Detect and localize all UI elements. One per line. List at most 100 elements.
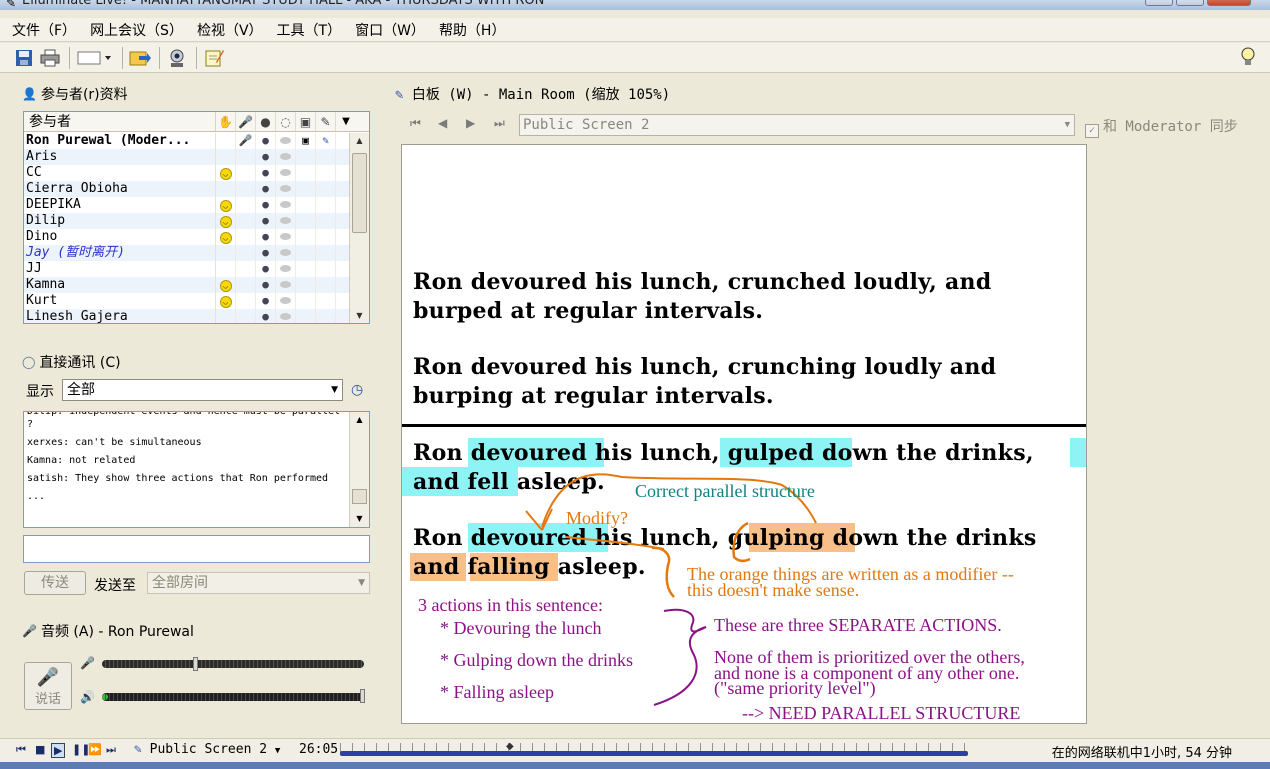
status-cell[interactable]	[216, 149, 236, 165]
timeline-marker-icon[interactable]: ◆	[506, 741, 514, 752]
app-share-icon[interactable]: ▣	[296, 112, 316, 131]
microphone-icon[interactable]: 🎤	[236, 112, 256, 131]
menu-tools[interactable]: 工具（T）	[277, 20, 342, 40]
chat-cell[interactable]	[276, 229, 296, 245]
participant-row[interactable]: JJ ●	[24, 261, 349, 277]
talk-button[interactable]: 🎤 说话	[24, 662, 72, 710]
webcam-cell[interactable]: ●	[256, 213, 276, 229]
mic-cell[interactable]	[236, 277, 256, 293]
chat-cell[interactable]	[276, 309, 296, 323]
whiteboard-cell[interactable]	[316, 213, 336, 229]
scroll-down-icon[interactable]: ▼	[350, 308, 369, 323]
chat-cell[interactable]	[276, 277, 296, 293]
raise-hand-icon[interactable]: ✋	[216, 112, 236, 131]
participant-row[interactable]: CC ◡ ●	[24, 165, 349, 181]
maximize-button[interactable]	[1176, 0, 1204, 6]
status-cell[interactable]	[216, 245, 236, 261]
speaker-volume-slider[interactable]	[102, 693, 364, 701]
mic-cell[interactable]	[236, 245, 256, 261]
mic-cell[interactable]	[236, 309, 256, 323]
screen-select[interactable]: Public Screen 2 ▼	[519, 114, 1075, 136]
whiteboard-cell[interactable]	[316, 229, 336, 245]
mic-cell[interactable]: 🎤	[236, 133, 256, 149]
status-cell[interactable]	[216, 261, 236, 277]
webcam-cell[interactable]: ●	[256, 197, 276, 213]
chat-message-input[interactable]	[23, 535, 370, 563]
chat-cell[interactable]	[276, 213, 296, 229]
chat-cell[interactable]	[276, 245, 296, 261]
app-share-cell[interactable]	[296, 229, 316, 245]
whiteboard-cell[interactable]: ✎	[316, 133, 336, 149]
sync-with-moderator[interactable]: ✓ 和 Moderator 同步	[1085, 116, 1238, 138]
webcam-cell[interactable]: ●	[256, 277, 276, 293]
chat-filter-select[interactable]: 全部 ▼	[62, 379, 343, 401]
status-cell[interactable]: ◡	[216, 197, 236, 213]
webcam-column-icon[interactable]: ●	[256, 112, 276, 131]
scroll-thumb[interactable]	[352, 153, 367, 233]
menu-help[interactable]: 帮助（H）	[439, 20, 506, 40]
app-share-cell[interactable]	[296, 309, 316, 323]
webcam-cell[interactable]: ●	[256, 229, 276, 245]
mic-cell[interactable]	[236, 261, 256, 277]
stop-icon[interactable]: ■	[35, 743, 45, 756]
chat-cell[interactable]	[276, 197, 296, 213]
participants-scrollbar[interactable]: ▲ ▼	[349, 133, 369, 323]
webcam-cell[interactable]: ●	[256, 309, 276, 323]
mic-cell[interactable]	[236, 293, 256, 309]
webcam-icon[interactable]	[165, 46, 189, 70]
sync-checkbox[interactable]: ✓	[1085, 124, 1099, 138]
mic-volume-thumb[interactable]	[193, 657, 198, 671]
whiteboard-canvas[interactable]: Ron devoured his lunch, crunched loudly,…	[401, 144, 1087, 724]
scroll-up-icon[interactable]: ▲	[350, 133, 369, 149]
minimize-button[interactable]	[1145, 0, 1173, 6]
chat-cell[interactable]	[276, 181, 296, 197]
whiteboard-pencil-icon[interactable]: ✎	[316, 112, 336, 131]
menu-window[interactable]: 窗口（W）	[355, 20, 425, 40]
app-share-cell[interactable]	[296, 165, 316, 181]
status-cell[interactable]: ◡	[216, 229, 236, 245]
playback-timeline[interactable]	[340, 751, 968, 756]
app-share-cell[interactable]	[296, 213, 316, 229]
whiteboard-cell[interactable]	[316, 245, 336, 261]
scroll-down-icon[interactable]: ▼	[350, 511, 369, 527]
participant-row[interactable]: Cierra Obioha ●	[24, 181, 349, 197]
first-screen-icon[interactable]: ⏮	[410, 116, 421, 131]
chat-cell[interactable]	[276, 165, 296, 181]
app-share-cell[interactable]	[296, 245, 316, 261]
participant-row[interactable]: Dilip ◡ ●	[24, 213, 349, 229]
whiteboard-cell[interactable]	[316, 165, 336, 181]
status-cell[interactable]: ◡	[216, 165, 236, 181]
close-button[interactable]	[1207, 0, 1251, 6]
app-share-cell[interactable]	[296, 277, 316, 293]
status-screen[interactable]: ✎ Public Screen 2 ▼	[134, 742, 280, 757]
app-share-cell[interactable]	[296, 149, 316, 165]
layout-icon[interactable]	[75, 46, 115, 70]
mic-cell[interactable]	[236, 213, 256, 229]
whiteboard-cell[interactable]	[316, 277, 336, 293]
webcam-cell[interactable]: ●	[256, 245, 276, 261]
menu-view[interactable]: 检视（V）	[197, 20, 263, 40]
whiteboard-cell[interactable]	[316, 197, 336, 213]
mic-volume-slider[interactable]	[102, 660, 364, 668]
chat-scrollbar[interactable]: ▲ ▼	[349, 412, 369, 527]
mic-cell[interactable]	[236, 165, 256, 181]
save-icon[interactable]	[12, 46, 36, 70]
webcam-cell[interactable]: ●	[256, 165, 276, 181]
webcam-cell[interactable]: ●	[256, 133, 276, 149]
participant-row[interactable]: Ron Purewal (Moder... 🎤 ● ▣ ✎	[24, 133, 349, 149]
mic-cell[interactable]	[236, 229, 256, 245]
mic-cell[interactable]	[236, 197, 256, 213]
previous-screen-icon[interactable]: ◀	[438, 116, 447, 130]
mic-cell[interactable]	[236, 181, 256, 197]
webcam-cell[interactable]: ●	[256, 181, 276, 197]
last-screen-icon[interactable]: ⏭	[494, 116, 505, 131]
columns-dropdown-icon[interactable]: ▼	[336, 112, 356, 131]
app-share-cell[interactable]	[296, 181, 316, 197]
status-cell[interactable]: ◡	[216, 293, 236, 309]
app-share-cell[interactable]	[296, 261, 316, 277]
menu-file[interactable]: 文件（F）	[12, 20, 76, 40]
play-icon[interactable]: ▶	[51, 743, 66, 758]
whiteboard-cell[interactable]	[316, 181, 336, 197]
first-icon[interactable]: ⏮	[16, 743, 26, 757]
chat-cell[interactable]	[276, 261, 296, 277]
